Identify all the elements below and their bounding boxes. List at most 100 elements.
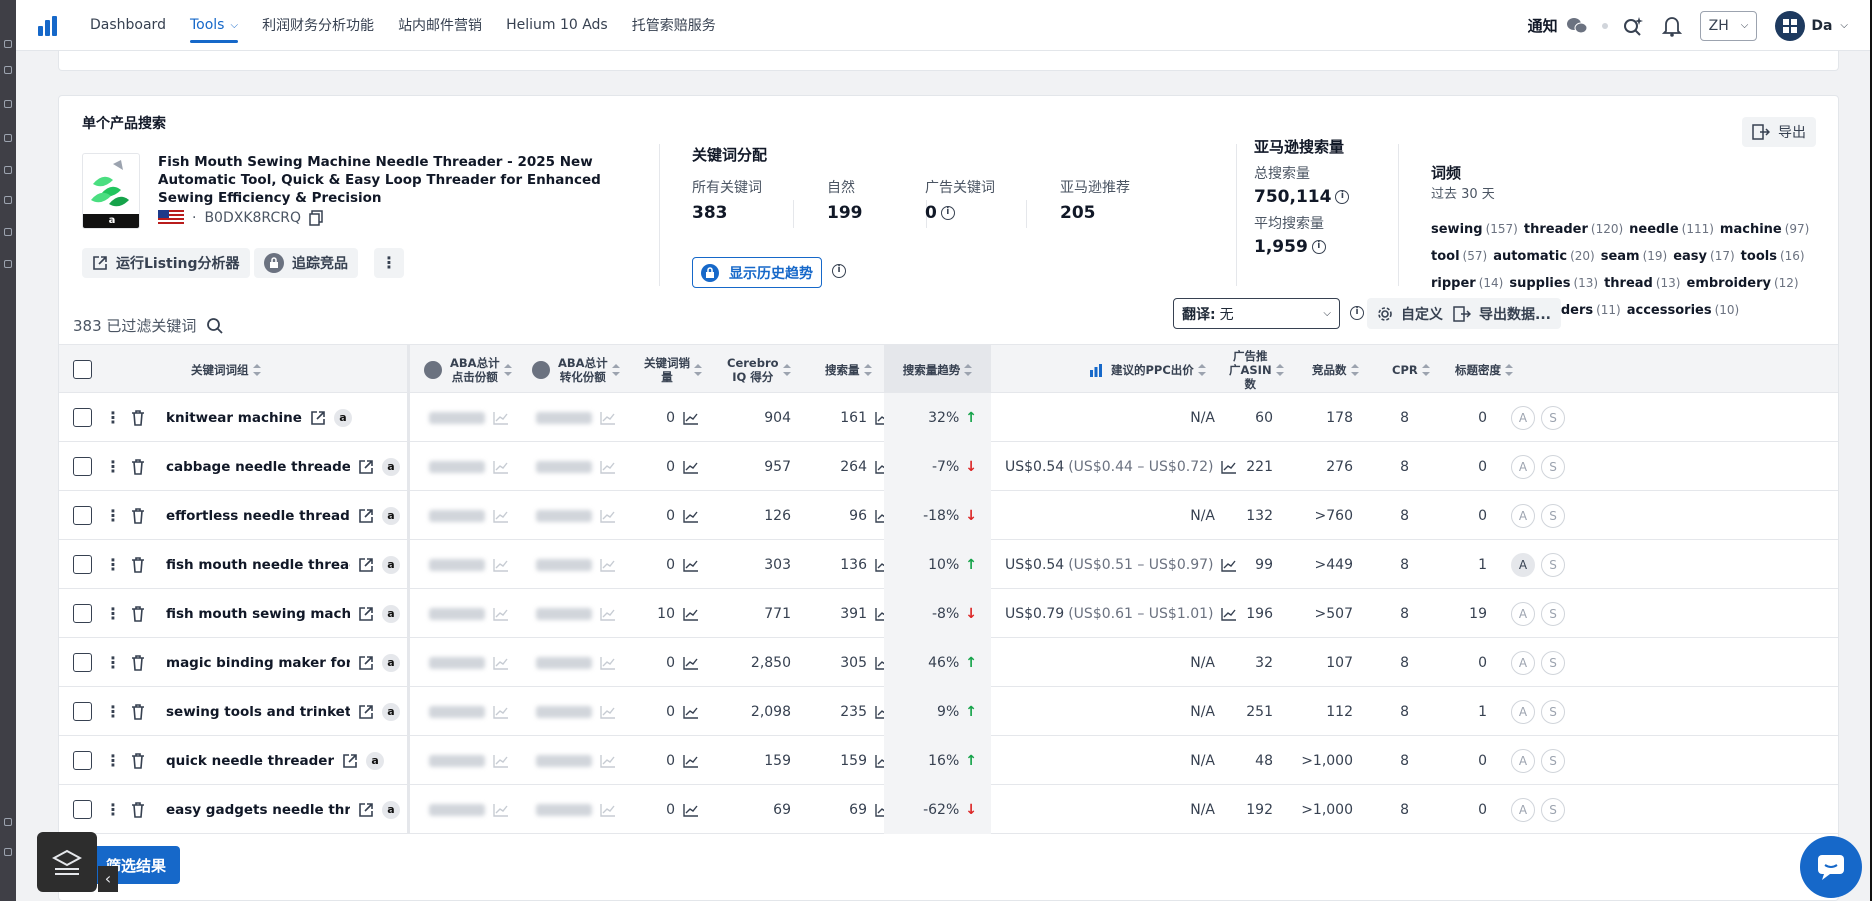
trash-icon[interactable] — [131, 687, 145, 736]
row-checkbox[interactable] — [73, 751, 92, 770]
table-row[interactable]: ⋮ quick needle threader a 0 159 159 16% ↑ N/A 48 >… — [59, 736, 1838, 785]
rank-a-badge[interactable]: A — [1511, 442, 1535, 491]
trend-chart-icon[interactable] — [683, 656, 699, 670]
product-title[interactable]: Fish Mouth Sewing Machine Needle Threade… — [158, 153, 623, 207]
trend-chart-icon[interactable] — [683, 803, 699, 817]
nav-email[interactable]: 站内邮件营销 — [386, 0, 494, 51]
col-title-density[interactable]: 标题密度 — [1455, 345, 1513, 394]
col-keyword[interactable]: 关键词词组 — [191, 345, 261, 394]
trend-chart-icon[interactable] — [600, 411, 616, 425]
table-row[interactable]: ⋮ effortless needle threader a 0 126 96 -18% ↓ N… — [59, 491, 1838, 540]
nav-profit[interactable]: 利润财务分析功能 — [250, 0, 386, 51]
row-checkbox[interactable] — [73, 702, 92, 721]
col-competitors[interactable]: 竞品数 — [1312, 345, 1359, 394]
nav-tools[interactable]: Tools ⌵ — [178, 0, 250, 51]
run-listing-analyzer-button[interactable]: 运行Listing分析器 — [82, 248, 250, 278]
freq-word[interactable]: accessories (10) — [1627, 303, 1739, 318]
info-icon[interactable]: i — [940, 206, 955, 220]
external-link-icon[interactable] — [358, 557, 374, 573]
rank-s-badge[interactable]: S — [1541, 491, 1565, 540]
rank-s-badge[interactable]: S — [1541, 736, 1565, 785]
trend-chart-icon[interactable] — [683, 509, 699, 523]
trend-chart-icon[interactable] — [600, 656, 616, 670]
amazon-icon[interactable]: a — [382, 653, 400, 672]
kebab-icon[interactable]: ⋮ — [105, 736, 121, 785]
trend-chart-icon[interactable] — [600, 705, 616, 719]
col-cerebro-iq[interactable]: Cerebro IQ 得分 — [727, 345, 791, 394]
freq-word[interactable]: sewing (157) — [1431, 222, 1518, 237]
rank-a-badge[interactable]: A — [1511, 687, 1535, 736]
trend-chart-icon[interactable] — [683, 705, 699, 719]
table-row[interactable]: ⋮ magic binding maker for quilting a 0 2,850… — [59, 638, 1838, 687]
info-icon[interactable]: i — [1311, 240, 1326, 254]
freq-word[interactable]: supplies (13) — [1509, 276, 1598, 291]
keyword-text[interactable]: effortless needle threader — [166, 508, 350, 524]
freq-word[interactable]: embroidery (12) — [1687, 276, 1799, 291]
col-ad-asin[interactable]: 广告推 广ASIN 数 — [1229, 345, 1284, 394]
rank-a-badge[interactable]: A — [1511, 736, 1535, 785]
table-row[interactable]: ⋮ sewing tools and trinkets a 0 2,098 235 9% ↑ N… — [59, 687, 1838, 736]
freq-word[interactable]: threader (120) — [1524, 222, 1623, 237]
row-checkbox[interactable] — [73, 800, 92, 819]
rank-s-badge[interactable]: S — [1541, 393, 1565, 442]
kebab-icon[interactable]: ⋮ — [105, 393, 121, 442]
trash-icon[interactable] — [131, 491, 145, 540]
rank-s-badge[interactable]: S — [1541, 785, 1565, 834]
kebab-icon[interactable]: ⋮ — [105, 687, 121, 736]
chat-button[interactable] — [1800, 836, 1862, 898]
select-all-checkbox[interactable] — [73, 360, 92, 379]
info-icon[interactable]: i — [832, 264, 846, 278]
amazon-icon[interactable]: a — [382, 800, 400, 819]
keyword-text[interactable]: cabbage needle threader — [166, 459, 350, 475]
trend-chart-icon[interactable] — [493, 656, 509, 670]
trend-chart-icon[interactable] — [600, 509, 616, 523]
freq-word[interactable]: machine (97) — [1720, 222, 1809, 237]
row-checkbox[interactable] — [73, 457, 92, 476]
external-link-icon[interactable] — [358, 606, 374, 622]
rank-a-badge[interactable]: A — [1511, 393, 1535, 442]
rank-a-badge[interactable]: A — [1511, 491, 1535, 540]
trend-chart-icon[interactable] — [493, 754, 509, 768]
amazon-icon[interactable]: a — [382, 555, 400, 574]
amazon-icon[interactable]: a — [382, 702, 400, 721]
rank-a-badge[interactable]: A — [1511, 540, 1535, 589]
rank-s-badge[interactable]: S — [1541, 638, 1565, 687]
kebab-icon[interactable]: ⋮ — [105, 638, 121, 687]
row-checkbox[interactable] — [73, 408, 92, 427]
helium10-logo[interactable] — [38, 14, 60, 36]
wechat-icon[interactable] — [1566, 17, 1588, 35]
rank-a-badge[interactable]: A — [1511, 785, 1535, 834]
user-name[interactable]: Da — [1811, 18, 1832, 34]
kebab-icon[interactable]: ⋮ — [105, 540, 121, 589]
external-link-icon[interactable] — [358, 704, 374, 720]
external-link-icon[interactable] — [358, 508, 374, 524]
rank-s-badge[interactable]: S — [1541, 687, 1565, 736]
keyword-text[interactable]: quick needle threader — [166, 753, 334, 769]
row-checkbox[interactable] — [73, 653, 92, 672]
table-row[interactable]: ⋮ fish mouth needle threader a 0 303 136 10% ↑ U… — [59, 540, 1838, 589]
avatar[interactable] — [1775, 10, 1806, 41]
external-link-icon[interactable] — [310, 410, 326, 426]
trend-chart-icon[interactable] — [493, 705, 509, 719]
chevron-left-icon[interactable]: ‹ — [98, 866, 118, 892]
keyword-text[interactable]: fish mouth sewing machine needle — [166, 606, 350, 622]
trend-chart-icon[interactable] — [493, 803, 509, 817]
trend-chart-icon[interactable] — [493, 460, 509, 474]
amazon-icon[interactable]: a — [382, 604, 400, 623]
table-row[interactable]: ⋮ cabbage needle threader a 0 957 264 -7% ↓ US$0… — [59, 442, 1838, 491]
kebab-icon[interactable]: ⋮ — [105, 442, 121, 491]
freq-word[interactable]: seam (19) — [1601, 249, 1668, 264]
rank-a-badge[interactable]: A — [1511, 589, 1535, 638]
trend-chart-icon[interactable] — [493, 509, 509, 523]
trash-icon[interactable] — [131, 736, 145, 785]
trend-chart-icon[interactable] — [683, 411, 699, 425]
rank-s-badge[interactable]: S — [1541, 589, 1565, 638]
table-row[interactable]: ⋮ knitwear machine a 0 904 161 32% ↑ N/A 60 178 8 0 A… — [59, 393, 1838, 442]
keyword-text[interactable]: easy gadgets needle threader — [166, 802, 350, 818]
bell-icon[interactable] — [1661, 15, 1682, 37]
trash-icon[interactable] — [131, 393, 145, 442]
col-search-trend[interactable]: 搜索量趋势 — [884, 345, 991, 394]
notice-link[interactable]: 通知 — [1528, 15, 1558, 36]
nav-dashboard[interactable]: Dashboard — [78, 0, 178, 51]
keyword-text[interactable]: sewing tools and trinkets — [166, 704, 350, 720]
